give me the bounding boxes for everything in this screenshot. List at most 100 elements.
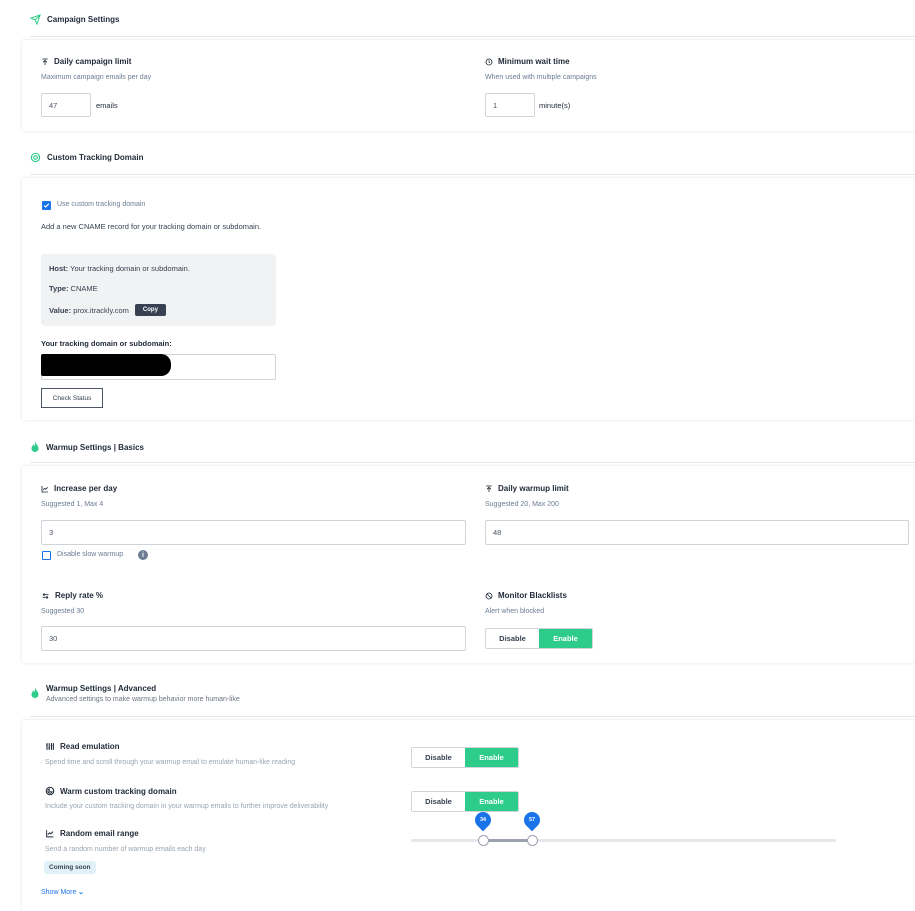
section-title: Warmup Settings | Basics bbox=[46, 442, 144, 452]
minimum-wait-time-input[interactable]: 1 bbox=[485, 93, 535, 117]
block-icon bbox=[485, 592, 493, 600]
spiral-icon bbox=[45, 786, 55, 796]
send-icon bbox=[30, 14, 41, 25]
value-key: Value: bbox=[49, 305, 72, 315]
daily-warmup-limit-input[interactable]: 48 bbox=[485, 520, 909, 545]
use-tracking-label: Use custom tracking domain bbox=[57, 201, 146, 208]
label-text: Reply rate % bbox=[55, 591, 104, 600]
upload-arrow-icon bbox=[485, 485, 493, 493]
max-value: 57 bbox=[529, 817, 536, 823]
warmup-basics-heading: Warmup Settings | Basics bbox=[30, 441, 144, 453]
divider bbox=[30, 36, 915, 37]
show-more-link[interactable]: Show More bbox=[41, 889, 84, 896]
warm-tracking-domain-hint: Include your custom tracking domain in y… bbox=[45, 803, 329, 810]
reply-rate-input[interactable]: 30 bbox=[41, 626, 466, 651]
monitor-blacklists-label: Monitor Blacklists bbox=[485, 591, 567, 600]
read-emulation-disable-button[interactable]: Disable bbox=[412, 748, 465, 767]
label-text: Read emulation bbox=[60, 742, 120, 751]
campaign-settings-heading: Campaign Settings bbox=[30, 14, 119, 25]
tracking-domain-label: Your tracking domain or subdomain: bbox=[41, 339, 172, 348]
sliders-icon bbox=[45, 742, 55, 751]
label-text: Monitor Blacklists bbox=[498, 591, 567, 600]
slider-track bbox=[411, 839, 836, 842]
slow-warmup-label: Disable slow warmup bbox=[57, 551, 124, 558]
divider bbox=[30, 462, 915, 463]
campaign-settings-card bbox=[22, 40, 915, 131]
section-title: Campaign Settings bbox=[47, 15, 120, 24]
type-key: Type: bbox=[49, 284, 69, 293]
monitor-blacklists-toggle: Disable Enable bbox=[485, 628, 593, 649]
read-emulation-label: Read emulation bbox=[45, 742, 120, 751]
divider bbox=[30, 716, 915, 717]
check-icon bbox=[43, 203, 50, 208]
minimum-wait-time-hint: When used with multiple campaigns bbox=[485, 74, 597, 81]
label-text: Daily warmup limit bbox=[498, 484, 569, 493]
value-value: prox.itrackly.com bbox=[73, 305, 129, 315]
read-emulation-hint: Spend time and scroll through your warmu… bbox=[45, 759, 296, 766]
section-subtitle: Advanced settings to make warmup behavio… bbox=[46, 696, 240, 703]
random-email-range-hint: Send a random number of warmup emails ea… bbox=[45, 846, 206, 853]
random-email-range-label: Random email range bbox=[45, 829, 139, 838]
warm-tracking-domain-toggle: Disable Enable bbox=[411, 791, 519, 812]
cname-instructions: Add a new CNAME record for your tracking… bbox=[41, 222, 262, 231]
minimum-wait-time-label: Minimum wait time bbox=[485, 57, 570, 66]
reply-rate-hint: Suggested 30 bbox=[41, 608, 85, 615]
slow-warmup-checkbox[interactable] bbox=[42, 551, 51, 560]
chart-line-icon bbox=[45, 829, 55, 838]
flame-icon bbox=[30, 687, 40, 699]
label-text: Warm custom tracking domain bbox=[60, 786, 177, 796]
coming-soon-badge: Coming soon bbox=[44, 861, 96, 874]
increase-per-day-input[interactable]: 3 bbox=[41, 520, 466, 545]
upload-arrow-icon bbox=[41, 58, 49, 66]
increase-per-day-hint: Suggested 1, Max 4 bbox=[41, 501, 104, 508]
warmup-advanced-heading: Warmup Settings | Advanced Advanced sett… bbox=[30, 684, 240, 703]
blacklists-enable-button[interactable]: Enable bbox=[539, 629, 592, 648]
section-title-block: Warmup Settings | Advanced Advanced sett… bbox=[46, 684, 240, 703]
copy-button[interactable]: Copy bbox=[134, 304, 166, 316]
flame-icon bbox=[30, 441, 40, 453]
dns-value-row: Value: prox.itrackly.com Copy bbox=[49, 304, 166, 316]
label-text: Increase per day bbox=[54, 484, 118, 493]
info-icon[interactable]: i bbox=[138, 550, 148, 560]
slider-fill bbox=[483, 839, 533, 842]
use-tracking-checkbox[interactable] bbox=[42, 201, 51, 210]
check-status-button[interactable]: Check Status bbox=[41, 388, 103, 408]
warm-tracking-domain-label: Warm custom tracking domain bbox=[45, 786, 177, 796]
daily-campaign-limit-hint: Maximum campaign emails per day bbox=[41, 74, 152, 81]
min-value: 34 bbox=[480, 817, 487, 823]
blacklists-disable-button[interactable]: Disable bbox=[486, 629, 539, 648]
daily-campaign-limit-label: Daily campaign limit bbox=[41, 57, 131, 66]
host-key: Host: bbox=[49, 264, 69, 273]
chevron-down-icon bbox=[79, 891, 84, 894]
monitor-blacklists-hint: Alert when blocked bbox=[485, 608, 545, 615]
label-text: Daily campaign limit bbox=[54, 57, 132, 66]
warm-tracking-disable-button[interactable]: Disable bbox=[412, 792, 465, 811]
clock-icon bbox=[485, 58, 493, 66]
warm-tracking-enable-button[interactable]: Enable bbox=[465, 792, 518, 811]
section-title: Warmup Settings | Advanced bbox=[46, 684, 157, 693]
increase-per-day-label: Increase per day bbox=[41, 484, 117, 493]
label-text: Minimum wait time bbox=[498, 57, 570, 66]
daily-warmup-limit-label: Daily warmup limit bbox=[485, 484, 569, 493]
label-text: Random email range bbox=[60, 829, 139, 838]
read-emulation-enable-button[interactable]: Enable bbox=[465, 748, 518, 767]
read-emulation-toggle: Disable Enable bbox=[411, 747, 519, 768]
host-value: Your tracking domain or subdomain. bbox=[70, 264, 190, 273]
daily-warmup-limit-hint: Suggested 20, Max 200 bbox=[485, 501, 559, 508]
type-value: CNAME bbox=[70, 284, 98, 293]
minutes-unit: minute(s) bbox=[539, 101, 571, 110]
redacted-value bbox=[41, 354, 171, 376]
dns-type-row: Type: CNAME bbox=[49, 284, 98, 293]
max-slider-handle[interactable] bbox=[526, 835, 538, 846]
section-title: Custom Tracking Domain bbox=[47, 153, 144, 162]
swap-arrows-icon bbox=[41, 592, 50, 600]
show-more-label: Show More bbox=[41, 889, 77, 896]
tracking-domain-heading: Custom Tracking Domain bbox=[30, 152, 143, 163]
chart-line-icon bbox=[41, 485, 49, 493]
divider bbox=[30, 174, 915, 175]
min-slider-handle[interactable] bbox=[477, 835, 489, 846]
target-icon bbox=[30, 152, 41, 163]
daily-campaign-limit-input[interactable]: 47 bbox=[41, 93, 91, 117]
tracking-domain-input[interactable] bbox=[41, 354, 276, 380]
emails-unit: emails bbox=[96, 101, 118, 110]
